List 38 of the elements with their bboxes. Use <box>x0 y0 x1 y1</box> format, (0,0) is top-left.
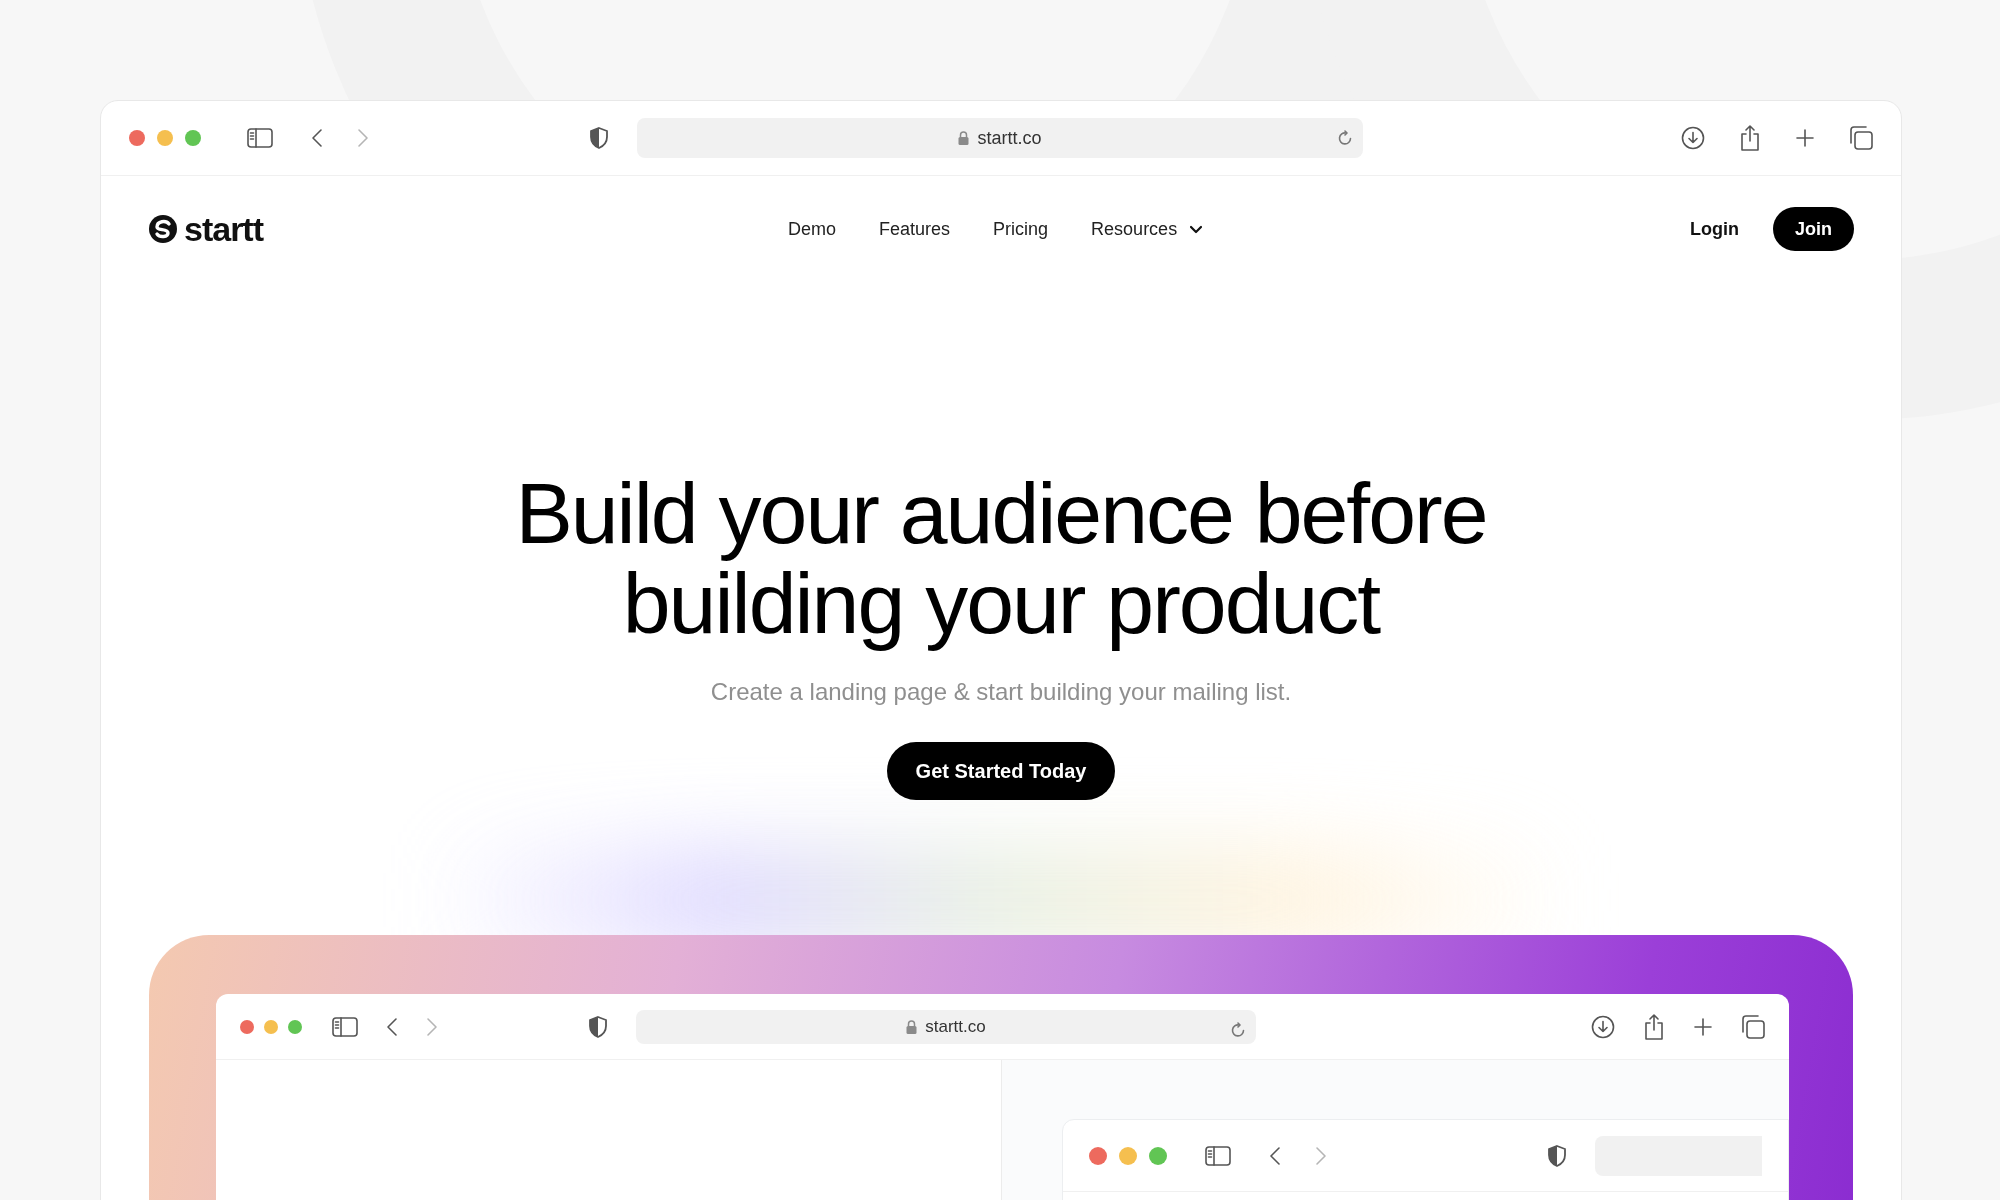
nav-link[interactable]: Features <box>879 218 951 240</box>
close-light[interactable] <box>240 1019 254 1034</box>
lock-icon <box>906 1019 918 1034</box>
tabs-overview-icon[interactable] <box>1849 126 1873 150</box>
subtitle: Create a landing page & start building your mailing list. <box>710 678 1292 706</box>
logo-text[interactable]: startt <box>184 209 264 249</box>
back-icon[interactable] <box>386 1016 398 1037</box>
back-icon[interactable] <box>311 128 323 148</box>
nav-link[interactable]: Pricing <box>993 218 1049 240</box>
address-bar[interactable]: startt.co <box>637 118 1363 158</box>
url-text: startt.co <box>977 127 1042 149</box>
join-button[interactable]: Join <box>1773 207 1854 251</box>
shield-icon[interactable] <box>589 127 609 149</box>
sidebar-icon[interactable] <box>247 128 273 148</box>
lock-icon <box>958 131 970 145</box>
sidebar-icon[interactable] <box>332 1016 358 1037</box>
new-tab-icon[interactable] <box>1795 128 1815 148</box>
shield-icon[interactable] <box>1547 1144 1567 1167</box>
download-icon[interactable] <box>1681 126 1705 150</box>
address-bar[interactable]: startt.co <box>636 1009 1256 1044</box>
login-link[interactable]: Login <box>1690 218 1739 240</box>
close-light[interactable] <box>1089 1146 1107 1165</box>
new-tab-icon[interactable] <box>1693 1016 1713 1037</box>
tabs-overview-icon[interactable] <box>1741 1014 1765 1039</box>
nav-link[interactable]: Resources <box>1091 218 1204 240</box>
url-text: startt.co <box>925 1016 986 1037</box>
reload-icon[interactable] <box>1230 1021 1246 1038</box>
share-icon[interactable] <box>1739 125 1761 151</box>
nav-link[interactable]: Demo <box>788 218 836 240</box>
close-light[interactable] <box>129 130 145 146</box>
back-icon[interactable] <box>1269 1145 1281 1166</box>
share-icon[interactable] <box>1643 1013 1665 1040</box>
download-icon[interactable] <box>1591 1014 1615 1039</box>
shield-icon[interactable] <box>588 1015 608 1038</box>
sidebar-icon[interactable] <box>1205 1145 1231 1166</box>
get-started-button[interactable]: Get Started Today <box>886 742 1116 800</box>
reload-icon[interactable] <box>1337 130 1353 146</box>
logo-icon[interactable] <box>148 214 178 244</box>
